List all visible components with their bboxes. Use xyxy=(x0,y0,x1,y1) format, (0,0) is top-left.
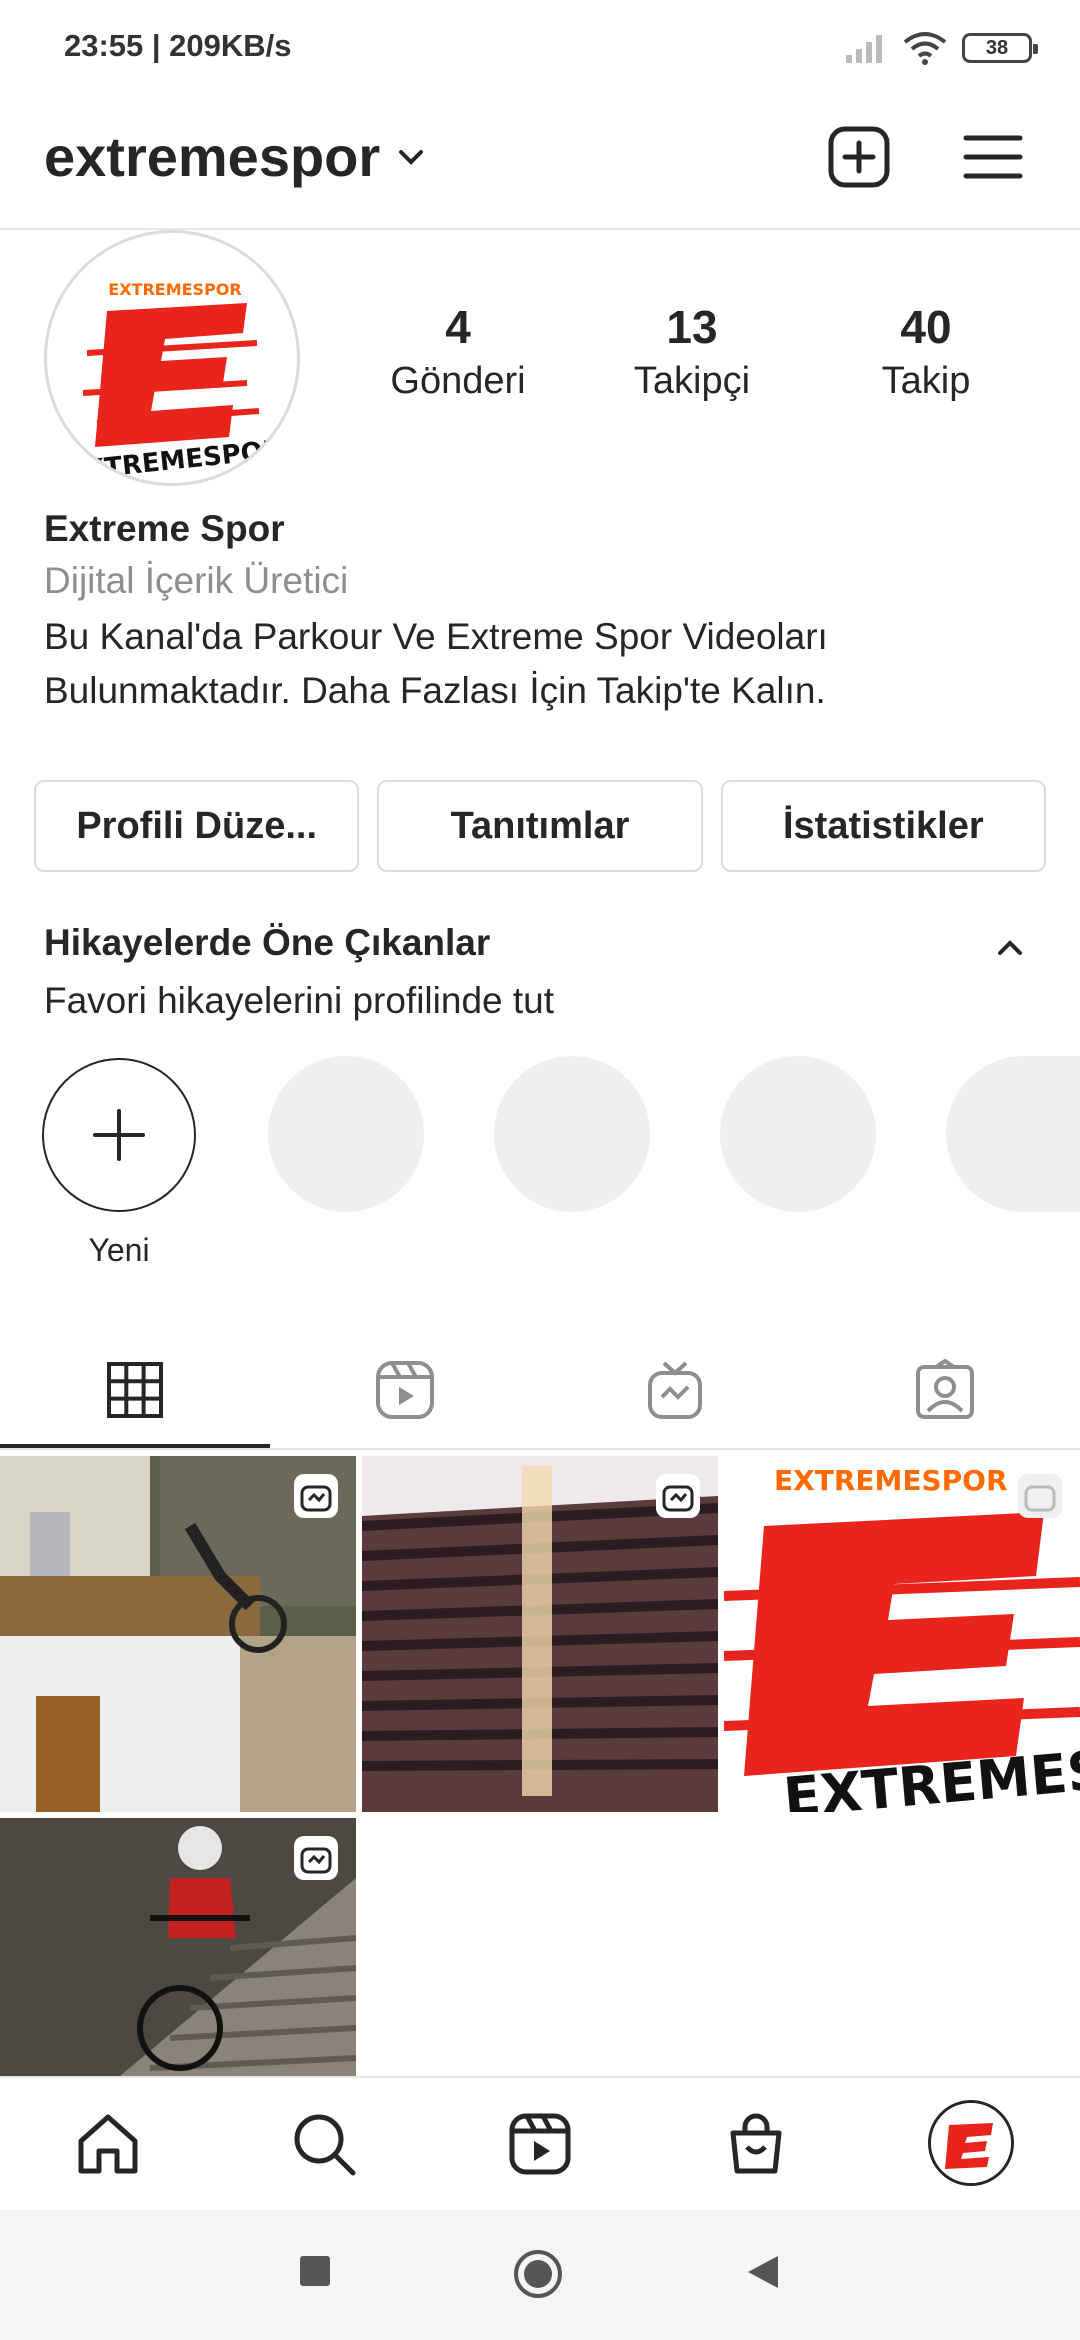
menu-icon[interactable] xyxy=(960,124,1026,190)
chevron-down-icon xyxy=(399,149,424,165)
promotions-button[interactable]: Tanıtımlar xyxy=(377,780,703,872)
bio-line: Bulunmaktadır. Daha Fazlası İçin Takip't… xyxy=(44,670,826,711)
profile-category: Dijital İçerik Üretici xyxy=(44,560,349,601)
stat-following[interactable]: 40 Takip xyxy=(836,300,1016,403)
igtv-badge-icon xyxy=(1018,1474,1062,1518)
tagged-icon xyxy=(916,1359,974,1419)
battery-icon: 38 xyxy=(962,33,1038,63)
igtv-badge-icon xyxy=(656,1474,700,1518)
stat-value: 40 xyxy=(900,301,952,353)
status-icons: 38 xyxy=(844,26,1038,70)
stat-label: Gönderi xyxy=(390,360,526,402)
igtv-badge-icon xyxy=(294,1474,338,1518)
highlights-title: Hikayelerde Öne Çıkanlar xyxy=(44,922,491,963)
igtv-badge-icon xyxy=(294,1836,338,1880)
username: extremespor xyxy=(44,125,381,188)
tab-igtv[interactable] xyxy=(540,1330,810,1450)
nav-profile-avatar[interactable] xyxy=(928,2100,1014,2186)
status-time: 23:55 | 209KB/s xyxy=(64,28,292,63)
search-icon xyxy=(294,2114,356,2176)
new-highlight-label: Yeni xyxy=(88,1232,150,1268)
highlight-placeholder xyxy=(720,1056,876,1212)
stat-posts[interactable]: 4 Gönderi xyxy=(368,300,548,403)
new-post-icon[interactable] xyxy=(826,124,892,190)
reels-icon xyxy=(376,1361,434,1419)
profile-avatar[interactable]: EXTREMESPOR EXTREMESPOR xyxy=(44,230,300,486)
highlight-placeholder xyxy=(494,1056,650,1212)
svg-text:EXTREMESPOR: EXTREMESPOR xyxy=(108,280,241,299)
recent-apps-icon[interactable] xyxy=(298,2254,332,2288)
shop-icon xyxy=(730,2113,782,2174)
wifi-icon xyxy=(903,32,947,65)
nav-shop[interactable] xyxy=(720,2108,792,2180)
home-icon xyxy=(78,2114,138,2174)
grid-icon xyxy=(107,1362,163,1418)
bottom-navigation xyxy=(0,2076,1080,2210)
stat-value: 13 xyxy=(666,301,718,353)
new-highlight-button[interactable] xyxy=(42,1058,196,1212)
post-thumbnail[interactable] xyxy=(362,1456,718,1812)
edit-profile-button[interactable]: Profili Düze... xyxy=(34,780,360,872)
system-navigation-bar xyxy=(0,2210,1080,2340)
post-thumbnail[interactable] xyxy=(0,1818,356,2076)
stat-value: 4 xyxy=(445,301,471,353)
highlight-placeholder xyxy=(946,1056,1080,1212)
profile-tabs xyxy=(0,1330,1080,1450)
igtv-icon xyxy=(648,1361,702,1419)
tab-posts[interactable] xyxy=(0,1330,270,1450)
plus-icon xyxy=(93,1109,145,1161)
post-thumbnail[interactable] xyxy=(0,1456,356,1812)
stat-label: Takip xyxy=(881,360,971,402)
profile-actions: Profili Düze... Tanıtımlar İstatistikler xyxy=(34,780,1046,872)
nav-reels[interactable] xyxy=(504,2108,576,2180)
stat-label: Takipçi xyxy=(633,360,751,402)
extremespor-logo: EXTREMESPOR EXTREMESPOR xyxy=(65,280,284,483)
chevron-up-icon[interactable] xyxy=(990,928,1030,968)
profile-name: Extreme Spor xyxy=(44,508,285,549)
profile-avatar-thumb xyxy=(931,2103,1011,2183)
stat-followers[interactable]: 13 Takipçi xyxy=(602,300,782,403)
nav-home[interactable] xyxy=(72,2108,144,2180)
profile-bio: Bu Kanal'da Parkour Ve Extreme Spor Vide… xyxy=(44,610,1044,718)
highlights-subtitle: Favori hikayelerini profilinde tut xyxy=(44,980,555,1021)
home-system-icon[interactable] xyxy=(512,2248,564,2300)
battery-level: 38 xyxy=(985,36,1009,59)
status-bar: 23:55 | 209KB/s 38 xyxy=(0,0,1080,96)
highlight-placeholder xyxy=(268,1056,424,1212)
svg-text:EXTREMESPOR: EXTREMESPOR xyxy=(774,1464,1008,1497)
reels-icon xyxy=(509,2113,571,2175)
nav-search[interactable] xyxy=(288,2108,360,2180)
tab-reels[interactable] xyxy=(270,1330,540,1450)
profile-header: extremespor xyxy=(0,110,1080,230)
active-tab-indicator xyxy=(0,1444,270,1448)
signal-icon xyxy=(846,35,882,63)
tab-tagged[interactable] xyxy=(810,1330,1080,1450)
bio-line: Bu Kanal'da Parkour Ve Extreme Spor Vide… xyxy=(44,616,828,657)
insights-button[interactable]: İstatistikler xyxy=(720,780,1046,872)
account-switcher[interactable]: extremespor xyxy=(44,124,428,189)
post-thumbnail[interactable]: EXTREMESPOR EXTREMESPOR xyxy=(724,1456,1080,1812)
back-icon[interactable] xyxy=(744,2252,782,2292)
